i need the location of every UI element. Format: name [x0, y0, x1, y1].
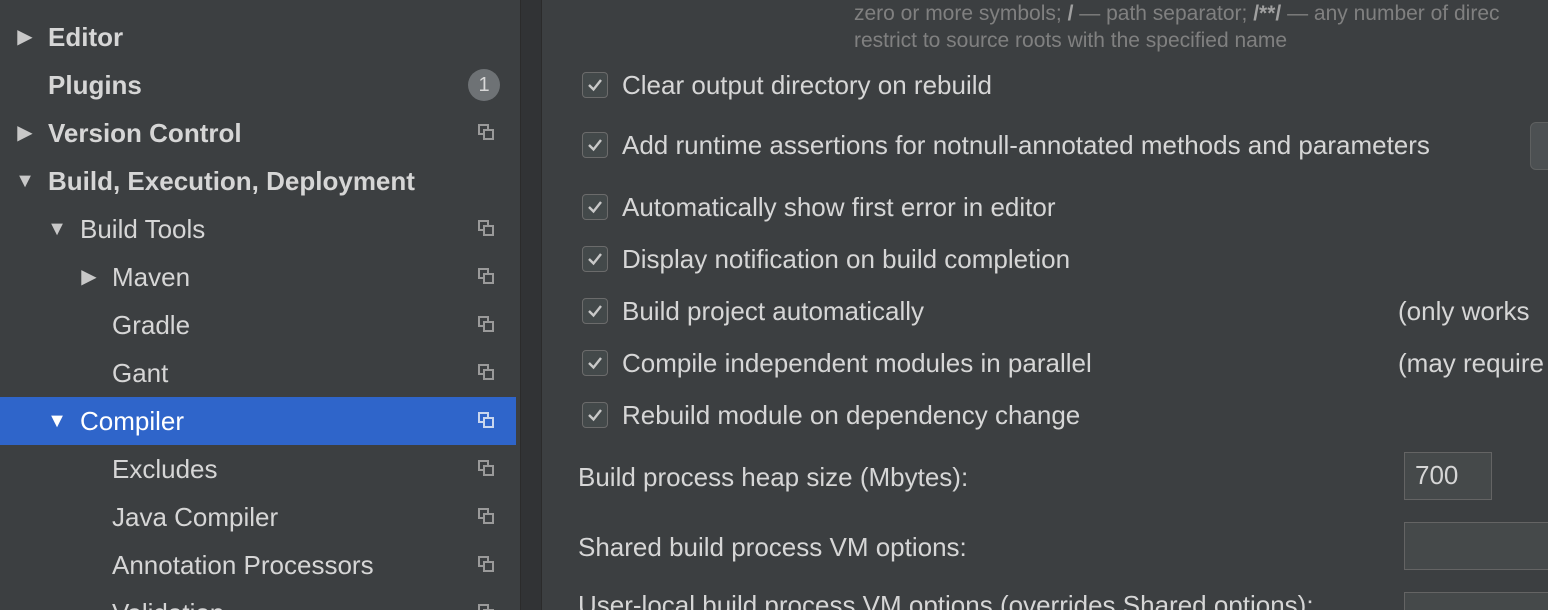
checkbox-label: Add runtime assertions for notnull-annot… [622, 129, 1430, 160]
tree-item-label: Plugins [48, 69, 142, 100]
chevron-right-icon[interactable]: ▶ [78, 266, 100, 288]
project-settings-icon [478, 364, 496, 382]
hint-symbol: / [1067, 2, 1074, 25]
checkbox-label: Compile independent modules in parallel [622, 347, 1092, 378]
tree-item-label: Compiler [80, 405, 185, 436]
hint-text: zero or more symbols; [854, 2, 1062, 25]
tree-item-java-compiler[interactable]: Java Compiler [0, 493, 516, 541]
checkbox-checked[interactable] [582, 246, 608, 272]
tree-item-excludes[interactable]: Excludes [0, 445, 516, 493]
hint-symbol: /**/ [1253, 2, 1282, 25]
splitter-handle[interactable] [520, 0, 542, 610]
checkbox-label: Rebuild module on dependency change [622, 399, 1081, 430]
project-settings-icon [478, 412, 496, 430]
tree-item-label: Validation [112, 598, 224, 610]
chevron-down-icon[interactable]: ▼ [46, 410, 68, 432]
build-automatically-checkbox-row[interactable]: Build project automatically [582, 291, 924, 331]
chevron-down-icon[interactable]: ▼ [14, 170, 36, 192]
tree-item-version-control[interactable]: ▶ Version Control [0, 109, 516, 157]
tree-item-gradle[interactable]: Gradle [0, 301, 516, 349]
build-notification-checkbox-row[interactable]: Display notification on build completion [582, 239, 1070, 279]
tree-item-label: Build Tools [80, 213, 206, 244]
checkbox-label: Build project automatically [622, 295, 925, 326]
heap-size-label: Build process heap size (Mbytes): [578, 462, 969, 492]
checkbox-label: Automatically show first error in editor [622, 191, 1056, 222]
rebuild-on-dependency-checkbox-row[interactable]: Rebuild module on dependency change [582, 395, 1080, 435]
checkbox-checked[interactable] [582, 350, 608, 376]
tree-item-validation[interactable]: Validation [0, 589, 516, 610]
project-settings-icon [478, 220, 496, 238]
settings-tree: ▶ Editor Plugins 1 ▶ Version Control ▼ B… [0, 0, 520, 610]
tree-item-build-execution-deployment[interactable]: ▼ Build, Execution, Deployment [0, 157, 516, 205]
tree-item-project[interactable] [0, 0, 516, 14]
configure-annotations-button[interactable] [1530, 122, 1548, 170]
heap-size-field[interactable]: 700 [1404, 452, 1492, 500]
clear-output-checkbox-row[interactable]: Clear output directory on rebuild [582, 65, 992, 105]
parallel-compile-checkbox-row[interactable]: Compile independent modules in parallel [582, 343, 1092, 383]
tree-item-plugins[interactable]: Plugins 1 [0, 61, 516, 109]
tree-item-label: Version Control [48, 117, 242, 148]
shared-vm-options-label: Shared build process VM options: [578, 532, 967, 562]
tree-item-build-tools[interactable]: ▼ Build Tools [0, 205, 516, 253]
resource-patterns-hint-line2: restrict to source roots with the specif… [854, 29, 1288, 52]
project-settings-icon [478, 124, 496, 142]
project-settings-icon [478, 316, 496, 334]
tree-item-annotation-processors[interactable]: Annotation Processors [0, 541, 516, 589]
checkbox-checked[interactable] [582, 132, 608, 158]
runtime-assertions-checkbox-row[interactable]: Add runtime assertions for notnull-annot… [582, 125, 1430, 165]
tree-item-label: Gradle [112, 309, 191, 340]
hint-text: — path separator; [1079, 2, 1248, 25]
hint-text: — any number of direc [1287, 2, 1500, 25]
checkbox-checked[interactable] [582, 72, 608, 98]
shared-vm-options-field[interactable] [1404, 522, 1548, 570]
tree-item-label: Annotation Processors [112, 549, 374, 580]
checkbox-label: Clear output directory on rebuild [622, 69, 992, 100]
checkbox-checked[interactable] [582, 402, 608, 428]
chevron-down-icon[interactable]: ▼ [46, 218, 68, 240]
project-settings-icon [478, 460, 496, 478]
tree-item-label: Gant [112, 357, 169, 388]
tree-item-label: Maven [112, 261, 191, 292]
project-settings-icon [478, 508, 496, 526]
build-automatically-note: (only works [1398, 296, 1530, 326]
update-count-badge: 1 [468, 69, 500, 101]
user-vm-options-label: User-local build process VM options (ove… [578, 590, 1314, 610]
tree-item-label: Editor [48, 21, 124, 52]
show-first-error-checkbox-row[interactable]: Automatically show first error in editor [582, 187, 1055, 227]
user-vm-options-field[interactable] [1404, 592, 1548, 610]
parallel-compile-note: (may require [1398, 348, 1544, 378]
checkbox-checked[interactable] [582, 298, 608, 324]
tree-item-label: Java Compiler [112, 501, 279, 532]
tree-item-editor[interactable]: ▶ Editor [0, 13, 516, 61]
tree-item-gant[interactable]: Gant [0, 349, 516, 397]
tree-item-label: Excludes [112, 453, 218, 484]
tree-item-compiler[interactable]: ▼ Compiler [0, 397, 516, 445]
chevron-right-icon[interactable]: ▶ [14, 122, 36, 144]
chevron-right-icon[interactable]: ▶ [14, 26, 36, 48]
tree-item-label: Build, Execution, Deployment [48, 165, 415, 196]
compiler-settings-panel: zero or more symbols; / — path separator… [542, 0, 1548, 610]
resource-patterns-hint: zero or more symbols; / — path separator… [854, 2, 1500, 26]
project-settings-icon [478, 556, 496, 574]
project-settings-icon [478, 604, 496, 610]
tree-item-maven[interactable]: ▶ Maven [0, 253, 516, 301]
checkbox-checked[interactable] [582, 194, 608, 220]
project-settings-icon [478, 268, 496, 286]
checkbox-label: Display notification on build completion [622, 243, 1071, 274]
